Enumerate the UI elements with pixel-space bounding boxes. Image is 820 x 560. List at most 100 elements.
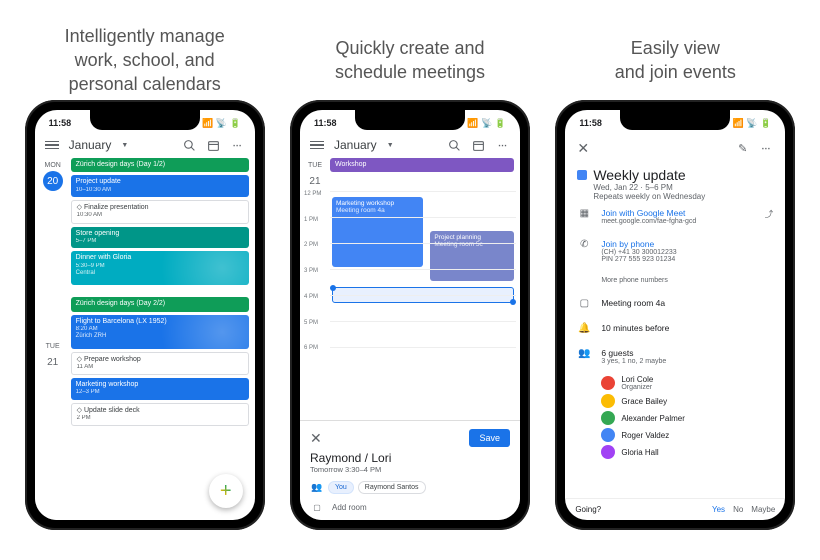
agenda-event[interactable]: Dinner with Gloria5:30–9 PM Central [71, 251, 249, 285]
create-fab[interactable]: + [209, 474, 243, 508]
rsvp-bar: Going? Yes No Maybe [565, 498, 785, 520]
chip-you[interactable]: You [328, 481, 354, 494]
hour-label: 2 PM [300, 242, 330, 268]
chevron-down-icon[interactable]: ▼ [387, 142, 394, 149]
edit-icon[interactable]: ✎ [738, 142, 747, 155]
phone-pin: PIN 277 555 923 01234 [601, 256, 676, 263]
close-icon[interactable]: ✕ [577, 140, 589, 157]
event-time[interactable]: Tomorrow 3:30–4 PM [310, 465, 510, 474]
add-room-link[interactable]: Add room [332, 503, 367, 512]
close-icon[interactable]: ✕ [310, 430, 322, 447]
agenda-event[interactable]: ◇ Prepare workshop11 AM [71, 352, 249, 376]
hour-label: 1 PM [300, 217, 330, 243]
day-number-selected[interactable]: 20 [43, 171, 63, 191]
status-icons: 📶 📡 🔋 [202, 118, 241, 129]
bell-icon: 🔔 [577, 323, 591, 334]
avatar [601, 411, 615, 425]
avatar [601, 394, 615, 408]
app-header: January ▼ ⋯ [35, 132, 255, 158]
chevron-down-icon[interactable]: ▼ [121, 142, 128, 149]
more-numbers-link[interactable]: More phone numbers [601, 277, 668, 284]
event-date: Wed, Jan 22 · 5–6 PM [593, 183, 773, 192]
save-button[interactable]: Save [469, 429, 510, 447]
caption-1: Intelligently manage work, school, and p… [65, 20, 225, 100]
day-label: TUE [46, 343, 60, 350]
people-icon: 👥 [310, 480, 324, 494]
guest-row[interactable]: Alexander Palmer [601, 411, 773, 425]
agenda-event[interactable]: Flight to Barcelona (LX 1952)8:20 AM Zür… [71, 315, 249, 349]
month-label[interactable]: January [334, 138, 377, 152]
day-number[interactable]: 21 [43, 352, 63, 372]
today-icon[interactable] [472, 138, 486, 152]
phone-mockup-3: 11:58 📶 📡 🔋 ✕ ✎ ⋯ Weekly update Wed, Jan… [555, 100, 795, 530]
quick-create-sheet: ✕ Save Raymond / Lori Tomorrow 3:30–4 PM… [300, 420, 520, 520]
meet-icon: ▦ [577, 208, 591, 219]
agenda-event[interactable]: Zürich design days (Day 1/2) [71, 158, 249, 172]
guest-row[interactable]: Grace Bailey [601, 394, 773, 408]
hamburger-icon[interactable] [310, 141, 324, 150]
search-icon[interactable] [183, 138, 197, 152]
day-label: TUE [308, 162, 322, 169]
event-block[interactable]: Marketing workshop Meeting room 4a [332, 197, 423, 267]
overflow-icon[interactable]: ⋯ [231, 138, 245, 152]
agenda-event[interactable]: Zürich design days (Day 2/2) [71, 297, 249, 311]
phone-icon: ✆ [577, 239, 591, 250]
app-header: January ▼ ⋯ [300, 132, 520, 158]
event-title: Weekly update [577, 167, 773, 183]
agenda-event[interactable]: Marketing workshop12–3 PM [71, 378, 249, 400]
allday-event[interactable]: Workshop [330, 158, 514, 172]
today-icon[interactable] [207, 138, 221, 152]
clock: 11:58 [49, 118, 72, 128]
hour-label: 6 PM [300, 345, 330, 371]
avatar [601, 445, 615, 459]
join-phone-link[interactable]: Join by phone [601, 239, 676, 249]
avatar [601, 376, 615, 390]
avatar [601, 428, 615, 442]
search-icon[interactable] [448, 138, 462, 152]
clock: 11:58 [579, 118, 602, 128]
agenda-event[interactable]: ◇ Update slide deck2 PM [71, 403, 249, 427]
chip-guest[interactable]: Raymond Santos [358, 481, 426, 494]
people-icon: 👥 [577, 348, 591, 359]
calendar-color-icon [577, 170, 587, 180]
event-block[interactable]: Project planning Meeting room 5c [430, 231, 514, 281]
hour-label: 4 PM [300, 294, 330, 320]
guest-row[interactable]: Lori ColeOrganizer [601, 375, 773, 391]
rsvp-maybe[interactable]: Maybe [751, 505, 775, 514]
phone-number: (CH) +41 30 300012233 [601, 249, 676, 256]
caption-3: Easily view and join events [615, 20, 736, 100]
share-icon[interactable]: ⤴ [765, 208, 774, 220]
agenda-event[interactable]: Store opening5–7 PM [71, 227, 249, 249]
hour-label: 3 PM [300, 268, 330, 294]
guest-count: 6 guests [601, 348, 666, 358]
hour-label: 12 PM [300, 191, 330, 217]
status-icons: 📶 📡 🔋 [733, 118, 772, 129]
status-icons: 📶 📡 🔋 [467, 118, 506, 129]
month-label[interactable]: January [69, 138, 112, 152]
overflow-icon[interactable]: ⋯ [496, 138, 510, 152]
event-recurrence: Repeats weekly on Wednesday [593, 192, 773, 201]
room-icon: ▢ [577, 298, 591, 309]
hamburger-icon[interactable] [45, 141, 59, 150]
guest-row[interactable]: Roger Valdez [601, 428, 773, 442]
caption-2: Quickly create and schedule meetings [335, 20, 485, 100]
room-name: Meeting room 4a [601, 298, 665, 308]
agenda-event[interactable]: Project update10–10:30 AM [71, 175, 249, 197]
room-icon: ▢ [310, 500, 324, 514]
guest-summary: 3 yes, 1 no, 2 maybe [601, 358, 666, 365]
meet-url: meet.google.com/fae-fgha-gcd [601, 218, 696, 225]
phone-mockup-1: 11:58 📶 📡 🔋 January ▼ ⋯ MON 20 [25, 100, 265, 530]
reminder-value[interactable]: 10 minutes before [601, 323, 669, 333]
guest-row[interactable]: Gloria Hall [601, 445, 773, 459]
rsvp-no[interactable]: No [733, 505, 743, 514]
going-label: Going? [575, 505, 601, 514]
overflow-icon[interactable]: ⋯ [759, 142, 773, 156]
event-list: Zürich design days (Day 1/2) Project upda… [71, 158, 255, 520]
join-meet-link[interactable]: Join with Google Meet [601, 208, 696, 218]
event-title-input[interactable]: Raymond / Lori [310, 451, 510, 465]
rsvp-yes[interactable]: Yes [712, 505, 725, 514]
day-number[interactable]: 21 [305, 171, 325, 191]
hour-label: 5 PM [300, 320, 330, 346]
agenda-event[interactable]: ◇ Finalize presentation10:30 AM [71, 200, 249, 224]
clock: 11:58 [314, 118, 337, 128]
